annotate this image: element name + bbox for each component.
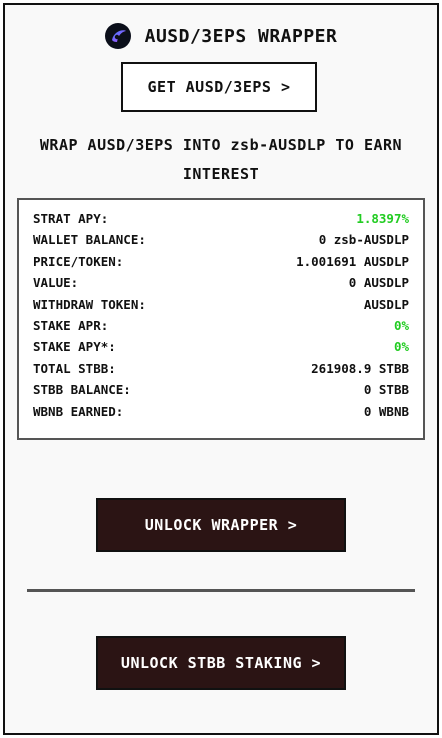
stat-label: WITHDRAW TOKEN: [33,296,146,312]
stat-row: WBNB EARNED: 0 WBNB [33,404,409,425]
crescent-logo-icon [104,23,131,49]
stat-row: TOTAL STBB: 261908.9 STBB [33,361,409,382]
stat-row: STRAT APY: 1.8397% [33,211,409,232]
get-token-button[interactable]: GET AUSD/3EPS > [121,62,317,112]
stat-value: 0 WBNB [363,403,409,419]
stat-value: 1.001691 AUSDLP [296,253,409,269]
stat-label: STRAT APY: [33,211,109,226]
stat-label: STAKE APR: [33,317,109,333]
stat-value: 261908.9 STBB [311,360,409,376]
stat-row: WITHDRAW TOKEN: AUSDLP [33,297,409,318]
stat-value: 0% [393,339,409,355]
stat-label: VALUE: [33,275,79,291]
wrap-description: WRAP AUSD/3EPS INTO zsb-AUSDLP TO EARN I… [39,136,403,183]
stat-label: WBNB EARNED: [33,403,124,419]
stat-label: STAKE APY*: [33,339,116,355]
stat-row: STBB BALANCE: 0 STBB [33,382,409,403]
stat-value: 0 STBB [363,382,409,398]
stats-panel: STRAT APY: 1.8397% WALLET BALANCE: 0 zsb-AU… [17,198,425,440]
divider [27,589,415,592]
stat-row: PRICE/TOKEN: 1.001691 AUSDLP [33,254,409,275]
page-title: AUSD/3EPS WRAPPER [144,25,338,47]
stat-row: WALLET BALANCE: 0 zsb-AUSDLP [33,232,409,253]
wrapper-card: AUSD/3EPS WRAPPER GET AUSD/3EPS > WRAP A… [3,3,439,735]
stat-label: WALLET BALANCE: [33,232,146,248]
stat-value: 0% [393,317,409,333]
card-header: AUSD/3EPS WRAPPER [5,23,437,49]
stat-value: 0 AUSDLP [348,275,409,291]
stat-label: PRICE/TOKEN: [33,253,124,269]
stat-label: STBB BALANCE: [33,382,131,398]
stat-row: STAKE APY*: 0% [33,339,409,360]
stat-value: 1.8397% [356,211,409,226]
stat-value: AUSDLP [363,296,409,312]
stat-row: VALUE: 0 AUSDLP [33,275,409,296]
stat-label: TOTAL STBB: [33,360,116,376]
unlock-wrapper-button[interactable]: UNLOCK WRAPPER > [96,498,346,552]
stat-row: STAKE APR: 0% [33,318,409,339]
stat-value: 0 zsb-AUSDLP [318,232,409,248]
unlock-staking-button[interactable]: UNLOCK STBB STAKING > [96,636,346,690]
